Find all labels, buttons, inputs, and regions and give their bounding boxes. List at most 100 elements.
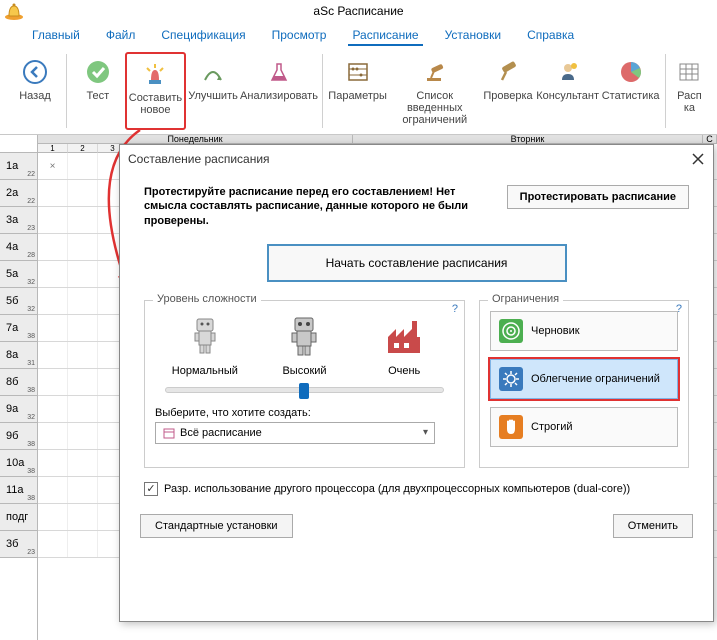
constraint-relax-button[interactable]: Облегчение ограничений: [490, 359, 678, 399]
grid-cell[interactable]: [68, 153, 98, 179]
analyze-button[interactable]: Анализировать: [240, 52, 318, 130]
grid-cell[interactable]: [68, 369, 98, 395]
gear-icon: [499, 367, 523, 391]
app-title: aSc Расписание: [313, 4, 403, 18]
tab-file[interactable]: Файл: [102, 26, 140, 46]
row-headers: 1а222а223а234а285а325б327а388а318б389а32…: [0, 135, 38, 640]
tab-help[interactable]: Справка: [523, 26, 578, 46]
grid-cell[interactable]: [68, 504, 98, 530]
back-icon: [19, 56, 51, 88]
row-header[interactable]: 2а22: [0, 180, 37, 207]
row-header[interactable]: подг: [0, 504, 37, 531]
slider-thumb[interactable]: [299, 383, 309, 399]
dialog-description: Протестируйте расписание перед его соста…: [144, 185, 493, 228]
row-header[interactable]: 7а38: [0, 315, 37, 342]
grid-cell[interactable]: [38, 423, 68, 449]
row-header[interactable]: 5а32: [0, 261, 37, 288]
checkbox[interactable]: ✓: [144, 482, 158, 496]
grid-cell[interactable]: [38, 180, 68, 206]
back-button[interactable]: Назад: [8, 52, 62, 130]
difficulty-fieldset: Уровень сложности ? Нормальный Высокий О…: [144, 300, 465, 468]
grid-cell[interactable]: [68, 315, 98, 341]
start-compose-button[interactable]: Начать составление расписания: [267, 244, 567, 282]
grid-cell[interactable]: [38, 234, 68, 260]
create-new-button[interactable]: Составить новое: [125, 52, 186, 130]
gavel2-icon: [492, 56, 524, 88]
tab-spec[interactable]: Спецификация: [157, 26, 249, 46]
grid-cell[interactable]: [38, 207, 68, 233]
grid-cell[interactable]: [68, 423, 98, 449]
check-button[interactable]: Проверка: [481, 52, 535, 130]
day-headers: Понедельник Вторник С: [38, 135, 717, 144]
row-header[interactable]: 3а23: [0, 207, 37, 234]
tab-view[interactable]: Просмотр: [268, 26, 331, 46]
tab-main[interactable]: Главный: [28, 26, 84, 46]
difficulty-very-label: Очень: [354, 365, 454, 377]
titlebar: aSc Расписание: [0, 0, 717, 22]
grid-cell[interactable]: [38, 261, 68, 287]
row-header[interactable]: 1а22: [0, 153, 37, 180]
grid-cell[interactable]: [68, 477, 98, 503]
row-header[interactable]: 9б38: [0, 423, 37, 450]
tab-schedule[interactable]: Расписание: [348, 26, 422, 46]
select-label: Выберите, что хотите создать:: [155, 407, 454, 419]
constraints-fieldset: Ограничения ? Черновик Облегчение ограни…: [479, 300, 689, 468]
grid-cell[interactable]: ×: [38, 153, 68, 179]
row-header[interactable]: 5б32: [0, 288, 37, 315]
chevron-down-icon: ▾: [423, 427, 428, 438]
robot-normal-icon: [181, 311, 229, 359]
grid-cell[interactable]: [68, 288, 98, 314]
day-header: Вторник: [353, 135, 703, 144]
scope-select[interactable]: Всё расписание ▾: [155, 422, 435, 444]
help-icon[interactable]: ?: [452, 303, 458, 315]
grid-cell[interactable]: [38, 504, 68, 530]
help-icon[interactable]: ?: [676, 303, 682, 315]
row-header[interactable]: 8б38: [0, 369, 37, 396]
pie-icon: [615, 56, 647, 88]
robot-high-icon: [280, 311, 328, 359]
parameters-button[interactable]: Параметры: [327, 52, 389, 130]
constraints-list-button[interactable]: Список введенных ограничений: [388, 52, 481, 130]
grid-cell[interactable]: [68, 342, 98, 368]
difficulty-normal-label: Нормальный: [155, 365, 255, 377]
difficulty-slider[interactable]: [165, 387, 444, 393]
grid-cell[interactable]: [38, 342, 68, 368]
grid-cell[interactable]: [68, 234, 98, 260]
row-header[interactable]: 9а32: [0, 396, 37, 423]
statistics-button[interactable]: Статистика: [600, 52, 661, 130]
tab-settings[interactable]: Установки: [441, 26, 505, 46]
grid-cell[interactable]: [68, 531, 98, 557]
grid-cell[interactable]: [68, 207, 98, 233]
row-header[interactable]: 10а38: [0, 450, 37, 477]
grid-cell[interactable]: [68, 450, 98, 476]
improve-button[interactable]: Улучшить: [186, 52, 240, 130]
grid-cell[interactable]: [38, 396, 68, 422]
abacus-icon: [342, 56, 374, 88]
dualcore-checkbox-row[interactable]: ✓ Разр. использование другого процессора…: [144, 482, 689, 496]
schedule-button[interactable]: Расп ка: [670, 52, 709, 130]
grid-cell[interactable]: [38, 369, 68, 395]
grid-cell[interactable]: [38, 531, 68, 557]
cancel-button[interactable]: Отменить: [613, 514, 693, 538]
grid-cell[interactable]: [38, 288, 68, 314]
constraint-strict-button[interactable]: Строгий: [490, 407, 678, 447]
test-button[interactable]: Тест: [71, 52, 125, 130]
target-icon: [499, 319, 523, 343]
grid-cell[interactable]: [68, 261, 98, 287]
close-button[interactable]: [687, 149, 709, 169]
row-header[interactable]: 3б23: [0, 531, 37, 558]
day-header: Понедельник: [38, 135, 353, 144]
day-header: С: [703, 135, 717, 144]
grid-cell[interactable]: [38, 450, 68, 476]
grid-cell[interactable]: [68, 180, 98, 206]
consultant-button[interactable]: Консультант: [535, 52, 600, 130]
grid-cell[interactable]: [38, 477, 68, 503]
row-header[interactable]: 4а28: [0, 234, 37, 261]
test-schedule-button[interactable]: Протестировать расписание: [507, 185, 689, 209]
grid-cell[interactable]: [68, 396, 98, 422]
row-header[interactable]: 11а38: [0, 477, 37, 504]
row-header[interactable]: 8а31: [0, 342, 37, 369]
grid-cell[interactable]: [38, 315, 68, 341]
constraint-draft-button[interactable]: Черновик: [490, 311, 678, 351]
standard-settings-button[interactable]: Стандартные установки: [140, 514, 293, 538]
